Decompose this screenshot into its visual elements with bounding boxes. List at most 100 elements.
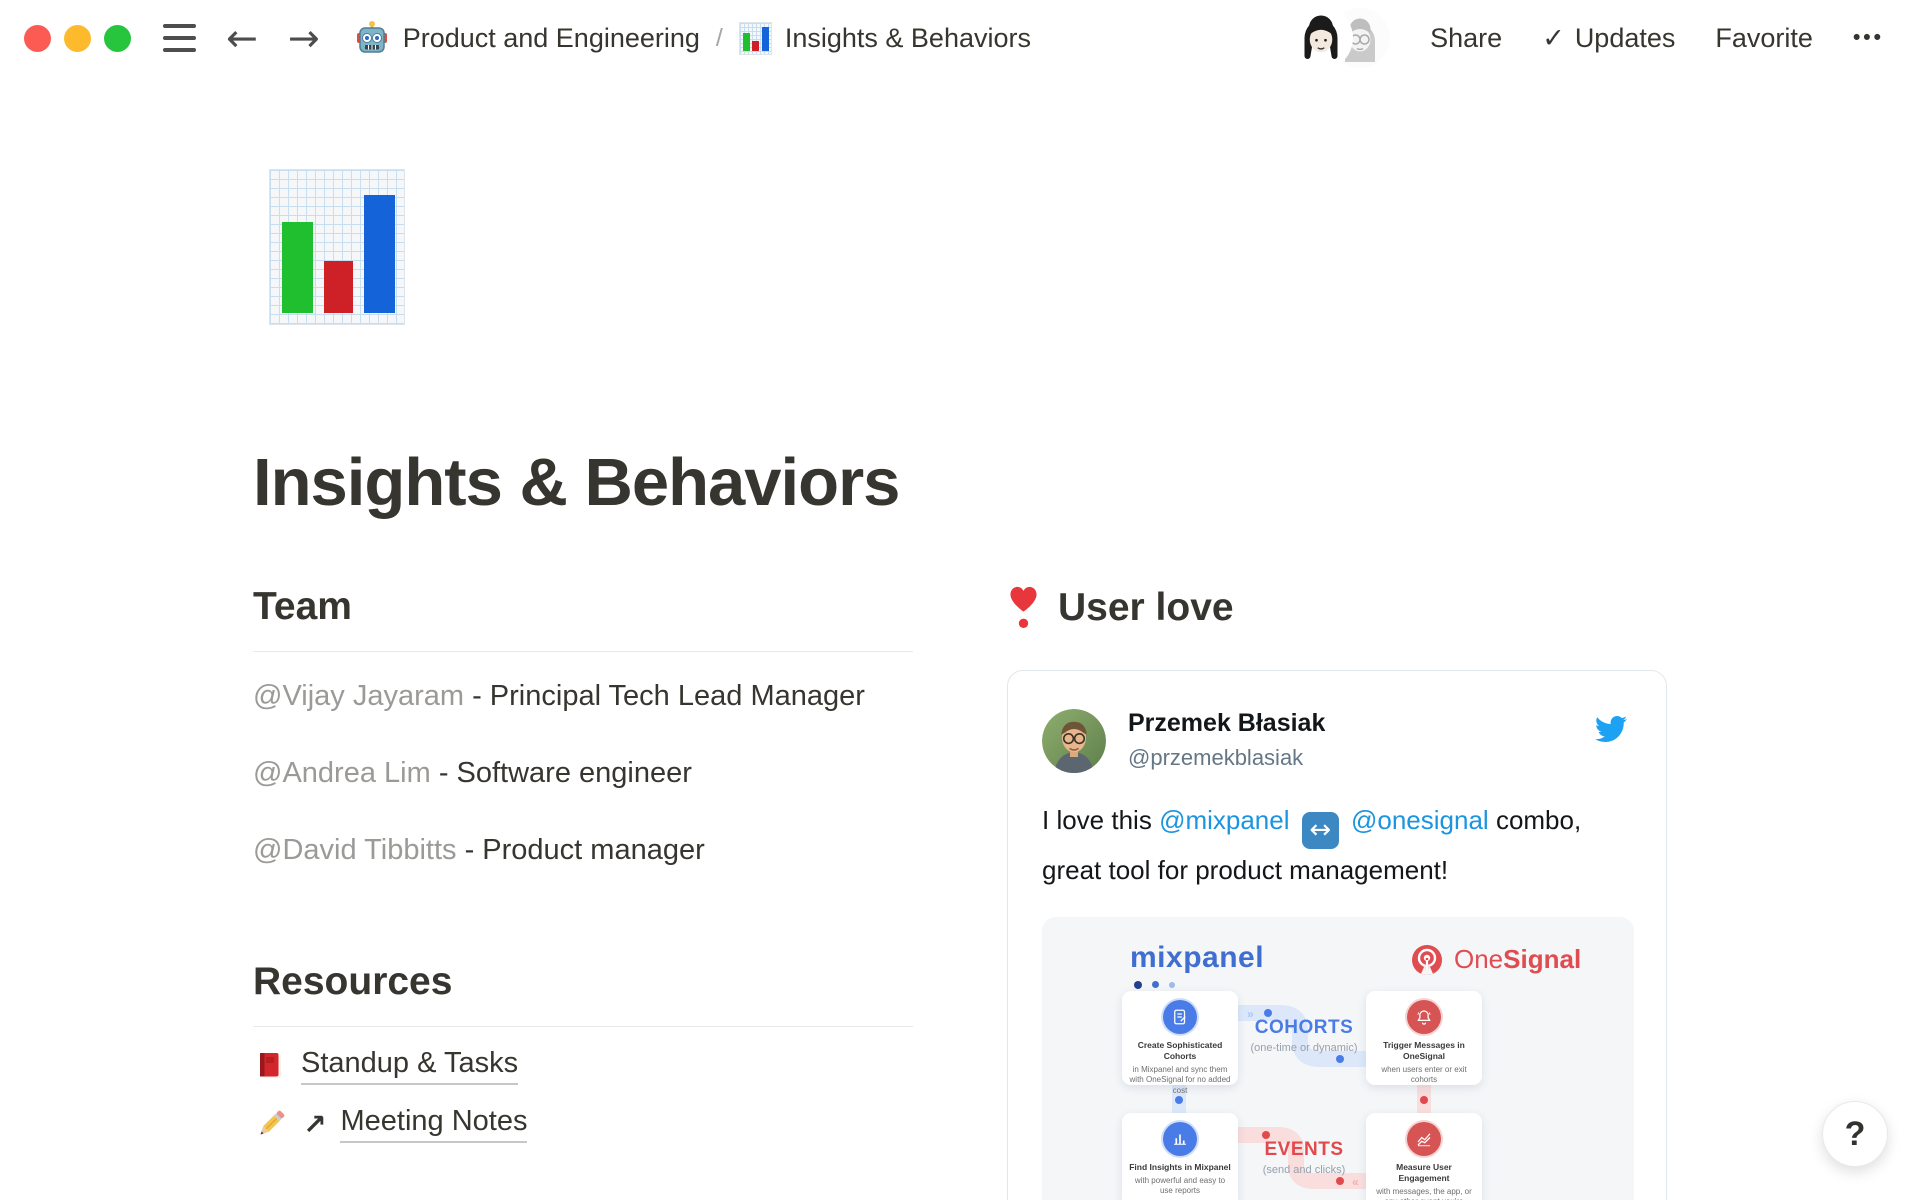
right-column: User love [1007,569,1667,1200]
user-mention[interactable]: @David Tibbitts [253,834,457,866]
favorite-button[interactable]: Favorite [1715,23,1813,54]
bell-icon [1407,1000,1441,1034]
bar-chart-icon-small [739,22,772,55]
help-icon: ? [1845,1115,1866,1154]
tweet-author-name[interactable]: Przemek Błasiak [1128,709,1325,738]
diagram-card-measure-engagement: Measure User Engagement with messages, t… [1366,1113,1482,1200]
pencil-icon [253,1106,289,1142]
diagram-card-body: with powerful and easy to use reports [1129,1176,1231,1197]
mixpanel-logo-dots [1134,981,1175,989]
page-icon-bar-chart[interactable] [269,169,405,325]
share-button[interactable]: Share [1430,23,1502,54]
back-icon: ← [226,16,258,60]
diagram-card-title: Find Insights in Mixpanel [1129,1162,1231,1173]
tweet-text-after: combo, [1496,805,1581,835]
fullscreen-button[interactable] [104,25,131,52]
updates-label: Updates [1575,23,1676,54]
page-title: Insights & Behaviors [253,444,899,521]
tweet-author-avatar[interactable] [1042,709,1106,773]
tweet-avatar-photo [1042,709,1106,773]
mixpanel-logo: mixpanel [1130,941,1264,975]
onesignal-logo: OneSignal [1410,943,1581,977]
red-book-icon [253,1049,287,1083]
tweet-text-line2: great tool for product management! [1042,855,1448,885]
user-love-label: User love [1058,586,1234,630]
tweet-text: I love this @mixpanel ↔ @onesignal combo… [1042,799,1632,891]
notion-window: ← → Product an [0,0,1920,1200]
svg-text:«: « [1352,1175,1359,1189]
breadcrumb-separator: / [716,24,723,53]
forward-button[interactable]: → [288,19,320,57]
check-icon: ✓ [1542,23,1565,54]
bar-chart-icon [1163,1122,1197,1156]
onesignal-logo-mark [1410,943,1444,977]
avatar-illustration-1 [1291,8,1351,68]
link-label: Standup & Tasks [301,1047,518,1085]
diagram-card-title: Measure User Engagement [1373,1162,1475,1184]
minimize-button[interactable] [64,25,91,52]
tweet-author-handle[interactable]: @przemekblasiak [1128,745,1325,771]
mention-link-mixpanel[interactable]: @mixpanel [1159,805,1289,835]
breadcrumb-parent-label: Product and Engineering [403,23,700,54]
team-member: @David Tibbitts - Product manager [253,826,913,874]
document-icon [1163,1000,1197,1034]
line-chart-icon [1407,1122,1441,1156]
tweet-text-before: I love this [1042,805,1152,835]
team-heading: Team [253,569,913,652]
diagram-card-body: when users enter or exit cohorts [1373,1065,1475,1086]
resources-heading: Resources [253,944,913,1027]
team-member: @Andrea Lim - Software engineer [253,749,913,797]
tweet-header: Przemek Błasiak @przemekblasiak [1042,709,1632,773]
more-button[interactable]: ••• [1853,26,1884,50]
topbar-actions: Share ✓ Updates Favorite ••• [1291,8,1884,68]
ellipsis-icon: ••• [1853,26,1884,50]
share-label: Share [1430,23,1502,54]
diagram-card-body: in Mixpanel and sync them with OneSignal… [1129,1065,1231,1097]
breadcrumb-item-current[interactable]: Insights & Behaviors [739,22,1031,55]
mention-link-onesignal[interactable]: @onesignal [1351,805,1489,835]
breadcrumb-current-label: Insights & Behaviors [785,23,1031,54]
breadcrumb-item-parent[interactable]: Product and Engineering [354,20,700,56]
tweet-card: Przemek Błasiak @przemekblasiak I love t… [1007,670,1667,1200]
member-role: - Principal Tech Lead Manager [472,680,865,712]
tweet-media-image[interactable]: » « mixpanel [1042,917,1634,1200]
user-mention[interactable]: @Andrea Lim [253,757,431,789]
team-member: @Vijay Jayaram - Principal Tech Lead Man… [253,672,913,720]
left-column: Team @Vijay Jayaram - Principal Tech Lea… [253,569,913,1143]
user-mention[interactable]: @Vijay Jayaram [253,680,464,712]
robot-icon [354,20,390,56]
diagram-card-trigger-messages: Trigger Messages in OneSignal when users… [1366,991,1482,1085]
menu-icon [163,24,196,28]
diagram-card-title: Create Sophisticated Cohorts [1129,1040,1231,1062]
heart-exclamation-icon [1007,585,1040,630]
sidebar-menu-button[interactable] [163,24,196,52]
onesignal-logo-text: OneSignal [1454,944,1581,975]
left-right-arrow-emoji: ↔ [1302,812,1339,849]
favorite-label: Favorite [1715,23,1813,54]
collaborator-avatar-1[interactable] [1291,8,1351,68]
traffic-lights [24,25,131,52]
updates-button[interactable]: ✓ Updates [1542,23,1675,54]
diagram-card-create-cohorts: Create Sophisticated Cohorts in Mixpanel… [1122,991,1238,1085]
link-label: Meeting Notes [340,1105,527,1143]
member-role: - Product manager [465,834,705,866]
diagram-card-title: Trigger Messages in OneSignal [1373,1040,1475,1062]
forward-icon: → [288,16,320,60]
user-love-heading: User love [1007,569,1667,630]
breadcrumb: Product and Engineering / Insights & Beh… [354,20,1031,56]
diagram-card-body: with messages, the app, or any other eve… [1373,1187,1475,1200]
cohorts-label: COHORTS (one-time or dynamic) [1238,1017,1370,1054]
external-arrow-icon: ↗ [303,1108,326,1141]
member-role: - Software engineer [439,757,692,789]
close-button[interactable] [24,25,51,52]
back-button[interactable]: ← [226,19,258,57]
topbar: ← → Product an [0,0,1920,76]
collaborator-avatars[interactable] [1291,8,1390,68]
help-button[interactable]: ? [1822,1101,1888,1167]
tweet-author: Przemek Błasiak @przemekblasiak [1128,709,1325,771]
diagram-card-find-insights: Find Insights in Mixpanel with powerful … [1122,1113,1238,1200]
resource-link-meeting-notes[interactable]: ↗ Meeting Notes [253,1105,913,1143]
resource-link-standup[interactable]: Standup & Tasks [253,1047,913,1085]
twitter-bird-icon[interactable] [1592,713,1630,745]
events-label: EVENTS (send and clicks) [1238,1139,1370,1176]
